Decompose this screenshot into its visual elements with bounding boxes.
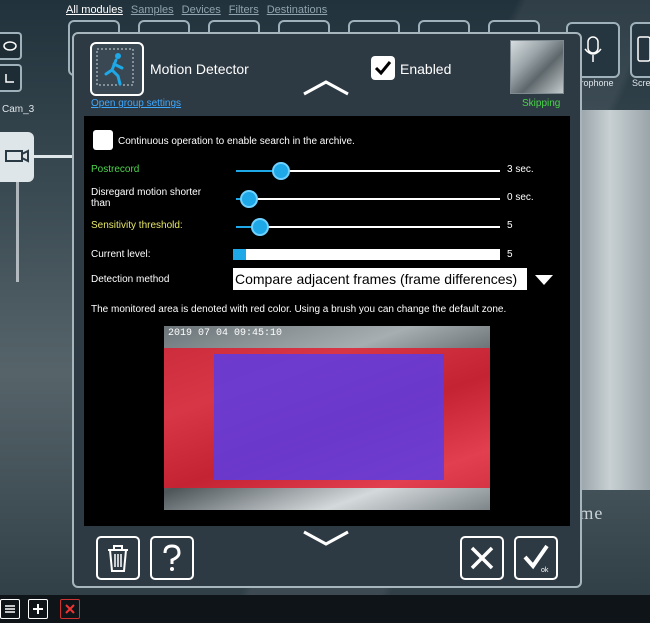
dropdown-arrow-icon[interactable] [535,275,553,285]
ok-label: ok [541,567,549,573]
screen-icon [637,36,650,62]
current-level-value: 5 [507,249,513,260]
detection-method-label: Detection method [91,274,170,285]
camera-preview-thumbnail[interactable] [510,40,564,94]
eye-icon [3,41,17,51]
close-icon [470,546,494,570]
motion-detector-module-icon [90,42,144,96]
slider-thumb[interactable] [251,218,269,236]
disregard-value: 0 sec. [507,192,534,203]
remove-button[interactable] [60,599,80,619]
brush-zone-blue [214,354,444,480]
disregard-label-line1: Disregard motion shorter [91,187,202,198]
help-button[interactable] [150,536,194,580]
current-level-bar [233,249,500,260]
postrecord-slider[interactable] [236,162,500,180]
nav-filters[interactable]: Filters [229,4,259,16]
slider-thumb[interactable] [240,190,258,208]
module-screen[interactable] [630,22,650,78]
enabled-checkbox[interactable] [371,56,395,80]
camera-node-label: Cam_3 [2,104,35,115]
zone-timestamp: 2019 07 04 09:45:10 [168,328,283,339]
node-wire [16,182,19,282]
help-icon [163,544,181,571]
motion-detector-dialog: Motion Detector Open group settings Enab… [72,32,582,588]
close-icon [65,604,75,614]
current-level-label: Current level: [91,249,151,260]
zone-note: The monitored area is denoted with red c… [91,304,507,315]
background-wall [570,110,650,490]
node-wire [34,155,74,158]
chevron-down-icon[interactable] [302,528,350,548]
sensitivity-label: Sensitivity threshold: [91,220,183,231]
chevron-up-icon[interactable] [302,78,350,98]
continuous-operation-checkbox[interactable] [93,130,113,150]
trash-icon [108,545,128,572]
check-icon: ok [523,544,549,573]
add-button[interactable] [28,599,48,619]
dialog-body: Continuous operation to enable search in… [84,116,570,526]
side-layout-button[interactable] [0,64,22,92]
bottom-toolbar [0,595,650,623]
disregard-label-line2: than [91,198,111,209]
detection-zone-editor[interactable]: 2019 07 04 09:45:10 [164,326,490,510]
microphone-icon [584,36,602,62]
sensitivity-slider[interactable] [236,218,500,236]
corner-icon [5,74,14,83]
ok-button[interactable]: ok [514,536,558,580]
disregard-slider[interactable] [236,190,500,208]
side-view-button[interactable] [0,32,22,60]
camera-node[interactable] [0,132,34,182]
list-button[interactable] [0,599,20,619]
nav-all-modules[interactable]: All modules [66,4,123,16]
open-group-settings-link[interactable]: Open group settings [91,98,181,109]
preview-status: Skipping [522,98,561,109]
running-man-icon [96,48,134,86]
continuous-operation-label: Continuous operation to enable search in… [118,136,355,147]
dialog-title: Motion Detector [150,61,249,77]
dialog-footer: ok [74,528,580,586]
nav-devices[interactable]: Devices [182,4,221,16]
nav-destinations[interactable]: Destinations [267,4,328,16]
check-icon [374,61,392,76]
sensitivity-value: 5 [507,220,513,231]
top-nav: All modules Samples Devices Filters Dest… [66,4,327,16]
list-icon [5,605,15,613]
camera-icon [5,149,29,163]
slider-thumb[interactable] [272,162,290,180]
nav-samples[interactable]: Samples [131,4,174,16]
detection-method-select[interactable]: Compare adjacent frames (frame differenc… [233,268,527,290]
delete-button[interactable] [96,536,140,580]
plus-icon [33,604,43,614]
postrecord-label: Postrecord [91,164,140,175]
postrecord-value: 3 sec. [507,164,534,175]
module-screen-label: Scre [632,78,650,88]
current-level-fill [233,249,247,260]
enabled-label: Enabled [400,61,452,77]
dialog-header: Motion Detector Open group settings Enab… [74,34,580,114]
cancel-button[interactable] [460,536,504,580]
